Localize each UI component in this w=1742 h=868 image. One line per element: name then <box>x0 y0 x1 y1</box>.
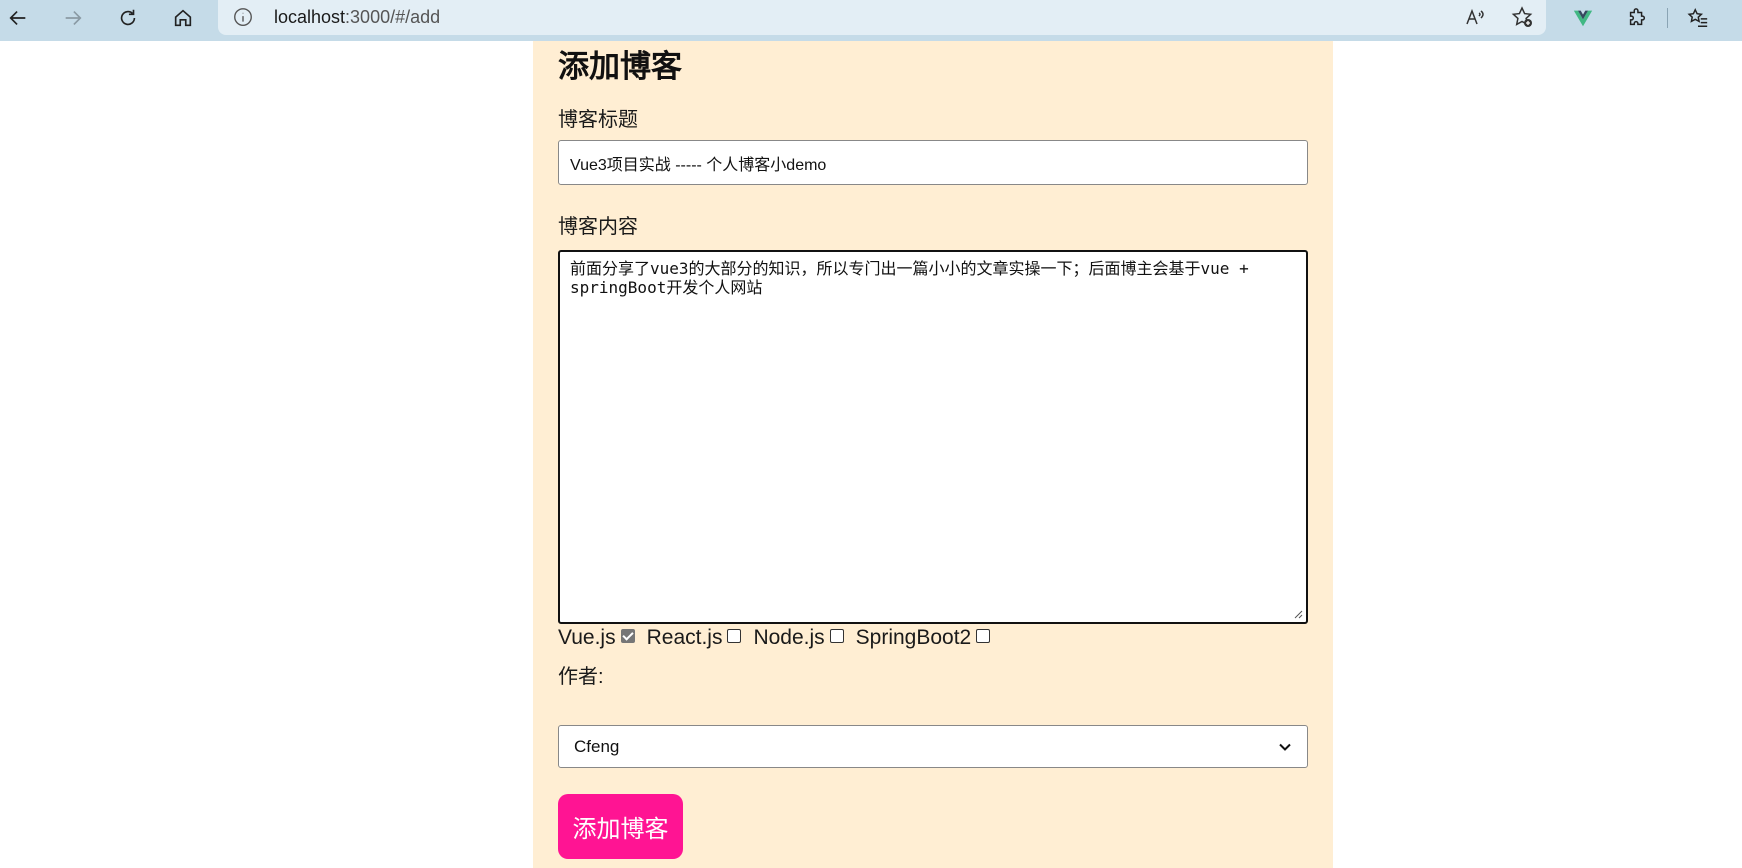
address-bar[interactable]: localhost:3000/#/add <box>218 0 1546 35</box>
blog-content-textarea[interactable]: 前面分享了vue3的大部分的知识，所以专门出一篇小小的文章实操一下；后面博主会基… <box>558 250 1308 624</box>
category-checkboxes: Vue.js React.js Node.js SpringBoot2 <box>558 623 1002 653</box>
checkbox-springboot[interactable] <box>976 629 991 643</box>
refresh-button[interactable] <box>110 2 146 34</box>
refresh-icon <box>120 9 136 26</box>
category-label: SpringBoot2 <box>855 626 972 649</box>
url-host: localhost <box>274 7 346 27</box>
category-label: Vue.js <box>558 626 616 649</box>
home-button[interactable] <box>165 2 201 34</box>
favorites-icon <box>1687 8 1708 27</box>
title-label: 博客标题 <box>558 109 638 131</box>
url-path: :3000/#/add <box>345 7 441 27</box>
chevron-down-icon <box>1279 743 1291 751</box>
toolbar-divider <box>1667 8 1668 28</box>
category-springboot[interactable]: SpringBoot2 <box>856 626 991 650</box>
vue-devtools-icon <box>1573 10 1593 27</box>
add-blog-button[interactable]: 添加博客 <box>558 794 683 859</box>
category-react[interactable]: React.js <box>647 626 742 650</box>
extensions-icon <box>1629 8 1646 26</box>
checkbox-react[interactable] <box>727 629 742 643</box>
page-title: 添加博客 <box>558 49 682 84</box>
home-icon <box>174 9 192 27</box>
author-selected-value: Cfeng <box>574 736 620 756</box>
checkbox-vue[interactable] <box>620 629 635 643</box>
back-arrow-icon <box>9 10 26 26</box>
checkbox-node[interactable] <box>829 629 844 643</box>
forward-button[interactable] <box>55 2 91 34</box>
category-label: React.js <box>646 626 723 649</box>
add-blog-panel: 添加博客 博客标题 博客内容 前面分享了vue3的大部分的知识，所以专门出一篇小… <box>533 41 1333 868</box>
content-label: 博客内容 <box>558 216 638 238</box>
read-aloud-icon[interactable] <box>1464 5 1488 29</box>
author-label: 作者: <box>558 666 604 688</box>
vue-devtools-button[interactable] <box>1570 5 1596 31</box>
back-button[interactable] <box>0 2 36 34</box>
add-favorite-icon[interactable] <box>1510 5 1534 29</box>
category-vue[interactable]: Vue.js <box>558 626 635 650</box>
author-select[interactable]: Cfeng <box>558 725 1308 768</box>
forward-arrow-icon <box>65 10 82 26</box>
content-text: 前面分享了vue3的大部分的知识，所以专门出一篇小小的文章实操一下；后面博主会基… <box>570 259 1249 297</box>
browser-toolbar: localhost:3000/#/add <box>0 0 1742 41</box>
blog-title-input[interactable] <box>558 140 1308 185</box>
category-node[interactable]: Node.js <box>753 626 844 650</box>
favorites-button[interactable] <box>1685 5 1711 31</box>
info-icon[interactable] <box>232 6 254 28</box>
category-label: Node.js <box>753 626 825 649</box>
resize-grip-icon[interactable] <box>1293 609 1303 619</box>
extensions-button[interactable] <box>1624 5 1650 31</box>
url-text[interactable]: localhost:3000/#/add <box>274 7 440 28</box>
